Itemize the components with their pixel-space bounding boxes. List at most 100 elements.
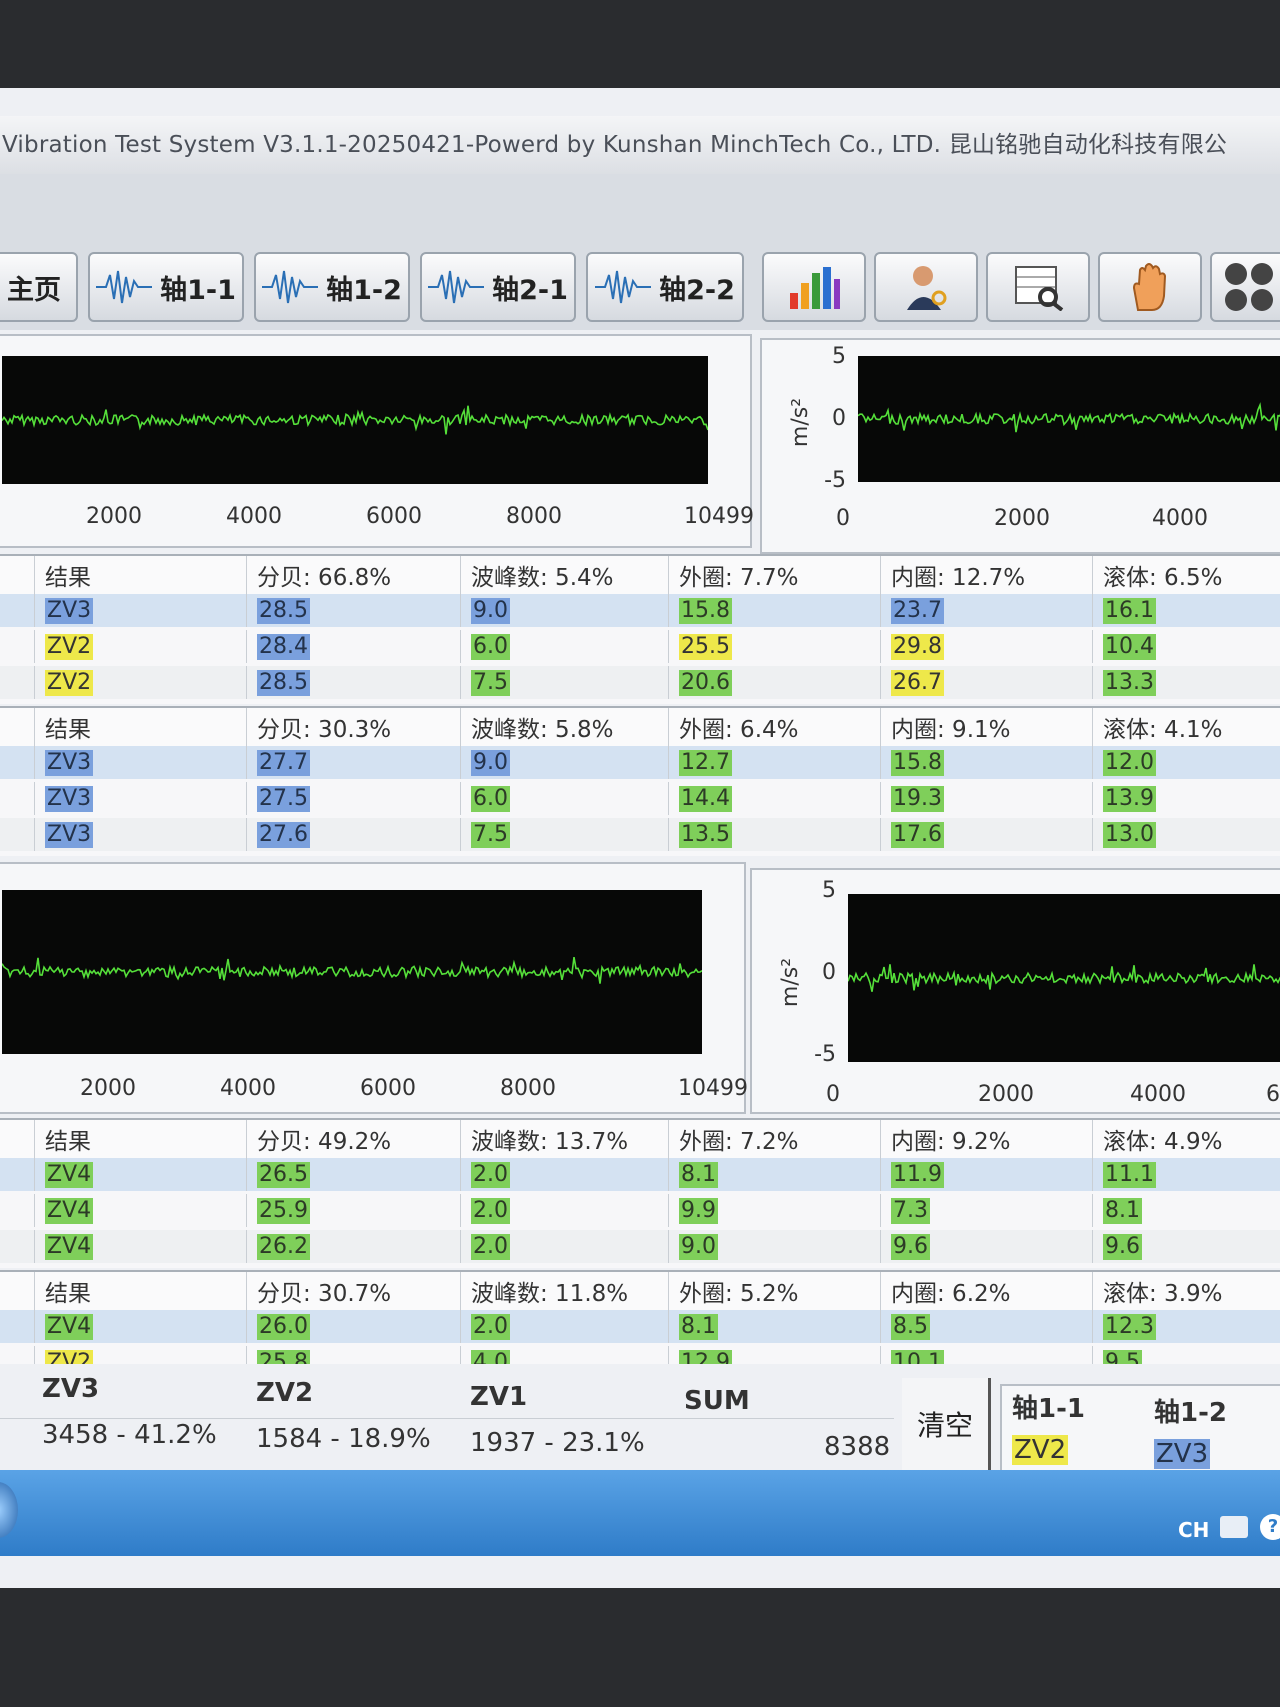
statistics-button[interactable] (762, 252, 866, 322)
table-cell: 13.3 (1092, 666, 1280, 699)
column-header: 内圈: 6.2% (880, 1272, 1092, 1310)
trace-line (847, 964, 1280, 992)
x-tick-label: 4000 (1130, 1082, 1186, 1107)
tab-axis-2-2[interactable]: 轴2-2 (586, 252, 744, 322)
column-header: 结果 (34, 1120, 246, 1158)
value-chip: 13.0 (1103, 821, 1156, 848)
table-cell: 8.1 (668, 1310, 880, 1343)
summary-label-zv2: ZV2 (256, 1378, 314, 1408)
home-button[interactable]: 主页 (0, 252, 78, 322)
x-tick-label: 10499 (678, 1076, 748, 1101)
summary-panel: ZV3 ZV2 ZV1 SUM 3458 - 41.2% 1584 - 18.9… (0, 1364, 1280, 1480)
column-header: 外圈: 7.7% (668, 556, 880, 594)
column-header: 内圈: 9.2% (880, 1120, 1092, 1158)
table-cell: 8.1 (1092, 1194, 1280, 1227)
keyboard-icon[interactable] (1220, 1516, 1248, 1538)
value-chip: 12.7 (679, 749, 732, 776)
value-chip: ZV4 (45, 1197, 94, 1224)
value-chip: 2.0 (471, 1161, 510, 1188)
value-chip: 25.9 (257, 1197, 310, 1224)
waveform-icon (595, 270, 652, 304)
stop-hand-icon (1132, 263, 1167, 311)
clear-button[interactable]: 清空 (902, 1378, 991, 1473)
table-row[interactable]: ZV2 28.4 6.0 25.5 29.8 10.4 (0, 630, 1280, 663)
table-cell: ZV4 (34, 1194, 246, 1227)
tab-axis-2-1[interactable]: 轴2-1 (420, 252, 576, 322)
table-header-row: 结果 分贝: 30.3% 波峰数: 5.8% 外圈: 6.4% 内圈: 9.1% 滚体: … (0, 708, 1280, 746)
value-chip: ZV3 (45, 597, 94, 624)
column-header: 结果 (34, 556, 246, 594)
trace-line (1, 956, 703, 984)
value-chip: 15.8 (679, 597, 732, 624)
table-cell: 11.9 (880, 1158, 1092, 1191)
axis-result-chip: ZV3 (1154, 1439, 1211, 1469)
value-chip: 26.0 (257, 1313, 310, 1340)
value-chip: 9.9 (679, 1197, 718, 1224)
table-cell: 20.6 (668, 666, 880, 699)
summary-label-sum: SUM (684, 1386, 750, 1416)
settings-button[interactable] (986, 252, 1090, 322)
y-tick-label: -5 (814, 1042, 836, 1067)
table-row[interactable]: ZV4 25.9 2.0 9.9 7.3 8.1 (0, 1194, 1280, 1227)
trace-line (1, 405, 709, 435)
y-axis-ticks: 5 0 -5 (792, 878, 840, 1068)
value-chip: 15.8 (891, 749, 944, 776)
value-chip: 11.9 (891, 1161, 944, 1188)
table-cell: 11.1 (1092, 1158, 1280, 1191)
value-chip: 9.0 (471, 749, 510, 776)
start-button[interactable] (0, 1482, 18, 1538)
table-cell: 27.5 (246, 782, 460, 815)
y-tick-label: 0 (832, 406, 846, 431)
language-indicator[interactable]: CH (1178, 1518, 1209, 1542)
tab-axis-1-2[interactable]: 轴1-2 (254, 252, 410, 322)
table-row[interactable]: ZV2 28.5 7.5 20.6 26.7 13.3 (0, 666, 1280, 699)
table-row[interactable]: ZV3 27.6 7.5 13.5 17.6 13.0 (0, 818, 1280, 851)
table-cell: 16.1 (1092, 594, 1280, 627)
value-chip: 13.5 (679, 821, 732, 848)
help-icon[interactable]: ? (1260, 1514, 1280, 1540)
value-chip: 12.0 (1103, 749, 1156, 776)
table-row[interactable]: ZV3 27.7 9.0 12.7 15.8 12.0 (0, 746, 1280, 779)
value-chip: 19.3 (891, 785, 944, 812)
user-login-button[interactable] (874, 252, 978, 322)
value-chip: 26.5 (257, 1161, 310, 1188)
tab-axis-1-1[interactable]: 轴1-1 (88, 252, 244, 322)
summary-value-zv2: 1584 - 18.9% (256, 1424, 431, 1454)
spectrum-plot-2 (847, 894, 1280, 1062)
x-tick-label: 8000 (506, 504, 562, 529)
column-header: 外圈: 6.4% (668, 708, 880, 746)
table-cell: 9.0 (460, 594, 668, 627)
spectrum-plot-1 (857, 356, 1280, 482)
result-table-2: 结果 分贝: 30.3% 波峰数: 5.8% 外圈: 6.4% 内圈: 9.1% 滚体: … (0, 706, 1280, 856)
table-row[interactable]: ZV3 27.5 6.0 14.4 19.3 13.9 (0, 782, 1280, 815)
table-cell: 12.7 (668, 746, 880, 779)
table-cell: 10.4 (1092, 630, 1280, 663)
table-cell: 2.0 (460, 1230, 668, 1263)
table-cell: 28.5 (246, 666, 460, 699)
summary-label-zv1: ZV1 (470, 1382, 528, 1412)
x-axis-ticks: 2000 4000 6000 8000 10499 (0, 498, 754, 529)
value-chip: ZV4 (45, 1161, 94, 1188)
table-row[interactable]: ZV3 28.5 9.0 15.8 23.7 16.1 (0, 594, 1280, 627)
table-cell: 27.7 (246, 746, 460, 779)
column-header: 滚体: 4.9% (1092, 1120, 1280, 1158)
spectrum-plot-panel-2: m/s² 5 0 -5 0 2000 4000 6 (750, 868, 1280, 1114)
table-cell: ZV3 (34, 746, 246, 779)
column-header: 波峰数: 5.8% (460, 708, 668, 746)
value-chip: 28.4 (257, 633, 310, 660)
table-row[interactable]: ZV4 26.0 2.0 8.1 8.5 12.3 (0, 1310, 1280, 1343)
toolbar: 主页 轴1-1 轴1-2 轴2-1 轴2-2 (0, 174, 1280, 330)
x-tick-label: 4000 (1152, 506, 1208, 531)
x-tick-label: 2000 (86, 504, 142, 529)
table-row[interactable]: ZV4 26.5 2.0 8.1 11.9 11.1 (0, 1158, 1280, 1191)
stop-button[interactable] (1098, 252, 1202, 322)
table-row[interactable]: ZV4 26.2 2.0 9.0 9.6 9.6 (0, 1230, 1280, 1263)
table-cell: 23.7 (880, 594, 1092, 627)
value-chip: 10.4 (1103, 633, 1156, 660)
value-chip: 17.6 (891, 821, 944, 848)
y-tick-label: 5 (822, 878, 836, 903)
more-button[interactable] (1210, 252, 1280, 322)
summary-label-zv3: ZV3 (42, 1374, 100, 1404)
table-cell: 6.0 (460, 782, 668, 815)
value-chip: 27.5 (257, 785, 310, 812)
